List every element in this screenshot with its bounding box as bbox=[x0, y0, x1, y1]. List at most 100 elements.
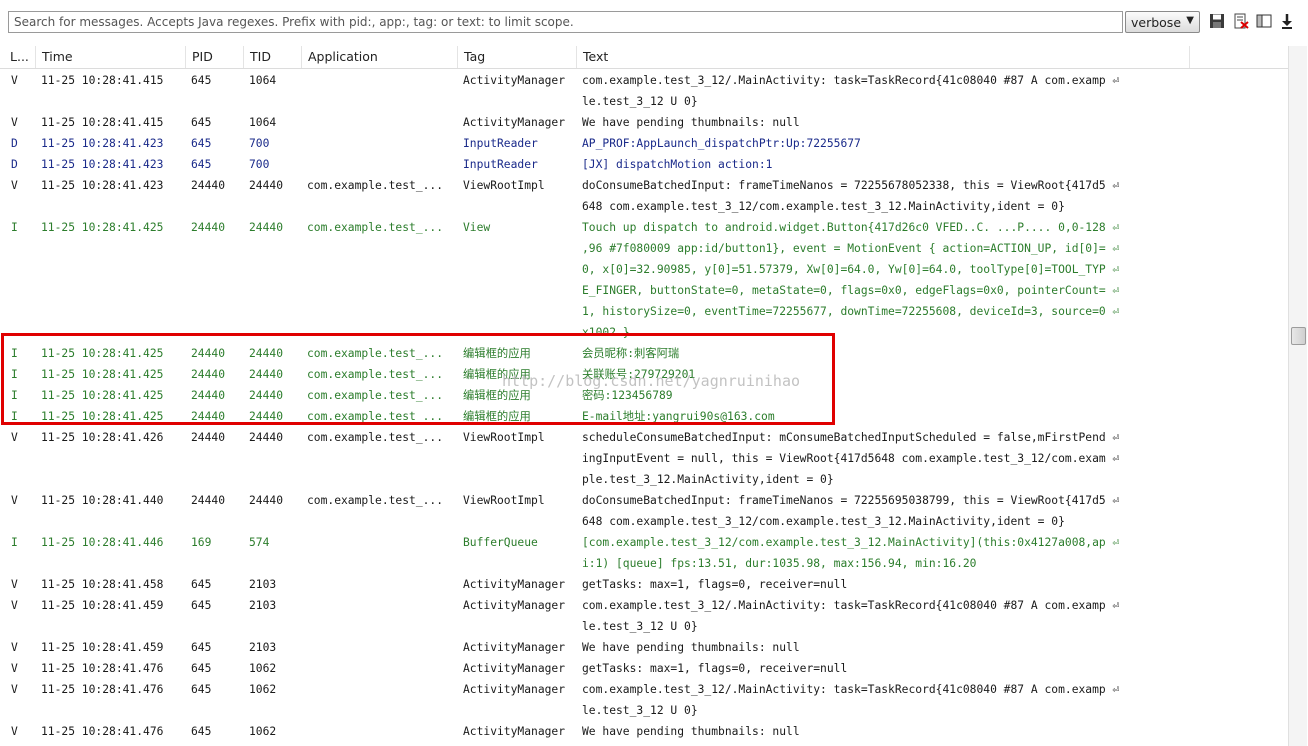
log-row[interactable]: D 11-25 10:28:41.423 645 700 InputReader AP_P… bbox=[0, 133, 1288, 154]
log-application: com.example.test_... bbox=[307, 347, 444, 360]
column-header-application[interactable]: Application bbox=[301, 46, 457, 68]
log-row[interactable]: V 11-25 10:28:41.415 645 1064 ActivityManage… bbox=[0, 70, 1288, 112]
log-level: V bbox=[11, 725, 18, 738]
log-row[interactable]: V 11-25 10:28:41.476 645 1062 ActivityManage… bbox=[0, 721, 1288, 742]
log-text: We have pending thumbnails: null bbox=[582, 637, 800, 658]
logcat-toolbar: verbose ▼ bbox=[0, 0, 1308, 44]
search-input[interactable] bbox=[8, 11, 1123, 33]
log-row[interactable]: I 11-25 10:28:41.446 169 574 BufferQueue [com… bbox=[0, 532, 1288, 574]
log-text-line: 会员昵称:刺客阿瑞 bbox=[582, 347, 680, 360]
log-table-header: L... Time PID TID Application Tag Text bbox=[0, 46, 1288, 69]
log-text-line: We have pending thumbnails: null bbox=[582, 641, 800, 654]
log-level: I bbox=[11, 347, 18, 360]
log-level: V bbox=[11, 578, 18, 591]
log-row[interactable]: V 11-25 10:28:41.476 645 1062 ActivityManage… bbox=[0, 679, 1288, 721]
log-level: V bbox=[11, 662, 18, 675]
scroll-lock-icon[interactable] bbox=[1279, 13, 1295, 29]
log-row[interactable]: V 11-25 10:28:41.423 24440 24440 com.example… bbox=[0, 175, 1288, 217]
log-text: [com.example.test_3_12/com.example.test_… bbox=[582, 532, 1119, 574]
log-application: com.example.test_... bbox=[307, 389, 444, 402]
vertical-scrollbar[interactable] bbox=[1288, 46, 1307, 746]
log-tag: InputReader bbox=[463, 158, 538, 171]
log-row[interactable]: I 11-25 10:28:41.425 24440 24440 com.example… bbox=[0, 217, 1288, 343]
log-tag: BufferQueue bbox=[463, 536, 538, 549]
log-row[interactable]: V 11-25 10:28:41.459 645 2103 ActivityManage… bbox=[0, 595, 1288, 637]
log-level: V bbox=[11, 74, 18, 87]
log-text: com.example.test_3_12/.MainActivity: tas… bbox=[582, 595, 1119, 637]
log-time: 11-25 10:28:41.476 bbox=[41, 683, 164, 696]
log-text-line: ,96 #7f080009 app:id/button1}, event = M… bbox=[582, 242, 1120, 255]
log-tag: ActivityManager bbox=[463, 578, 566, 591]
log-pid: 24440 bbox=[191, 494, 226, 507]
chevron-down-icon: ▼ bbox=[1186, 15, 1194, 26]
log-text-line: 648 com.example.test_3_12/com.example.te… bbox=[582, 200, 1065, 213]
log-tag: 编辑框的应用 bbox=[463, 368, 531, 381]
scrollbar-thumb[interactable] bbox=[1291, 327, 1306, 345]
log-tid: 24440 bbox=[249, 410, 284, 423]
log-level: V bbox=[11, 599, 18, 612]
log-time: 11-25 10:28:41.426 bbox=[41, 431, 164, 444]
log-time: 11-25 10:28:41.425 bbox=[41, 368, 164, 381]
log-tag: 编辑框的应用 bbox=[463, 389, 531, 402]
log-text-line: We have pending thumbnails: null bbox=[582, 725, 800, 738]
log-tag: ActivityManager bbox=[463, 662, 566, 675]
log-row[interactable]: I 11-25 10:28:41.425 24440 24440 com.example… bbox=[0, 364, 1288, 385]
log-text-line: x1002 } bbox=[582, 326, 630, 339]
log-row[interactable]: V 11-25 10:28:41.476 645 1062 ActivityManage… bbox=[0, 658, 1288, 679]
log-time: 11-25 10:28:41.415 bbox=[41, 116, 164, 129]
column-header-time[interactable]: Time bbox=[35, 46, 185, 68]
log-message-list[interactable]: V 11-25 10:28:41.415 645 1064 ActivityManage… bbox=[0, 68, 1288, 746]
log-pid: 645 bbox=[191, 74, 212, 87]
log-row[interactable]: V 11-25 10:28:41.415 645 1064 ActivityManage… bbox=[0, 112, 1288, 133]
column-header-level[interactable]: L... bbox=[4, 46, 35, 68]
log-text: [JX] dispatchMotion action:1 bbox=[582, 154, 772, 175]
log-row[interactable]: I 11-25 10:28:41.425 24440 24440 com.example… bbox=[0, 406, 1288, 427]
log-level: I bbox=[11, 221, 18, 234]
log-text: We have pending thumbnails: null bbox=[582, 112, 800, 133]
log-text: 会员昵称:刺客阿瑞 bbox=[582, 343, 679, 364]
log-text: scheduleConsumeBatchedInput: mConsumeBat… bbox=[582, 427, 1119, 490]
toggle-panel-icon[interactable] bbox=[1256, 13, 1272, 29]
log-row[interactable]: V 11-25 10:28:41.440 24440 24440 com.example… bbox=[0, 490, 1288, 532]
log-row[interactable]: V 11-25 10:28:41.426 24440 24440 com.example… bbox=[0, 427, 1288, 490]
log-text-line: getTasks: max=1, flags=0, receiver=null bbox=[582, 662, 848, 675]
log-row[interactable]: V 11-25 10:28:41.458 645 2103 ActivityManage… bbox=[0, 574, 1288, 595]
log-time: 11-25 10:28:41.458 bbox=[41, 578, 164, 591]
log-tid: 574 bbox=[249, 536, 270, 549]
log-level-value: verbose bbox=[1131, 15, 1182, 30]
log-row[interactable]: I 11-25 10:28:41.425 24440 24440 com.example… bbox=[0, 385, 1288, 406]
log-row[interactable]: I 11-25 10:28:41.425 24440 24440 com.example… bbox=[0, 343, 1288, 364]
log-tag: ViewRootImpl bbox=[463, 179, 545, 192]
log-tag: ViewRootImpl bbox=[463, 494, 545, 507]
log-text-line: doConsumeBatchedInput: frameTimeNanos = … bbox=[582, 494, 1120, 507]
log-level: I bbox=[11, 536, 18, 549]
log-level: I bbox=[11, 410, 18, 423]
log-text: com.example.test_3_12/.MainActivity: tas… bbox=[582, 679, 1119, 721]
column-header-tid[interactable]: TID bbox=[243, 46, 301, 68]
log-tid: 24440 bbox=[249, 494, 284, 507]
log-application: com.example.test_... bbox=[307, 494, 444, 507]
log-level: V bbox=[11, 431, 18, 444]
log-text-line: E-mail地址:yangrui90s@163.com bbox=[582, 410, 775, 423]
log-pid: 24440 bbox=[191, 431, 226, 444]
log-level: V bbox=[11, 494, 18, 507]
log-row[interactable]: D 11-25 10:28:41.423 645 700 InputReader [JX]… bbox=[0, 154, 1288, 175]
log-tid: 24440 bbox=[249, 368, 284, 381]
log-tag: ActivityManager bbox=[463, 683, 566, 696]
column-header-text[interactable]: Text bbox=[576, 46, 1189, 68]
log-text: Touch up dispatch to android.widget.Butt… bbox=[582, 217, 1119, 343]
log-tid: 700 bbox=[249, 137, 270, 150]
log-text-line: com.example.test_3_12/.MainActivity: tas… bbox=[582, 683, 1120, 696]
log-text-line: le.test_3_12 U 0} bbox=[582, 704, 698, 717]
log-text-line: [JX] dispatchMotion action:1 bbox=[582, 158, 773, 171]
log-row[interactable]: V 11-25 10:28:41.459 645 2103 ActivityManage… bbox=[0, 637, 1288, 658]
save-icon[interactable] bbox=[1209, 13, 1225, 29]
log-tag: View bbox=[463, 221, 491, 234]
column-header-pid[interactable]: PID bbox=[185, 46, 243, 68]
clear-log-icon[interactable] bbox=[1233, 13, 1249, 29]
log-text: E-mail地址:yangrui90s@163.com bbox=[582, 406, 775, 427]
log-level: I bbox=[11, 389, 18, 402]
log-pid: 645 bbox=[191, 683, 212, 696]
column-header-tag[interactable]: Tag bbox=[457, 46, 576, 68]
log-level-select[interactable]: verbose ▼ bbox=[1125, 11, 1200, 33]
